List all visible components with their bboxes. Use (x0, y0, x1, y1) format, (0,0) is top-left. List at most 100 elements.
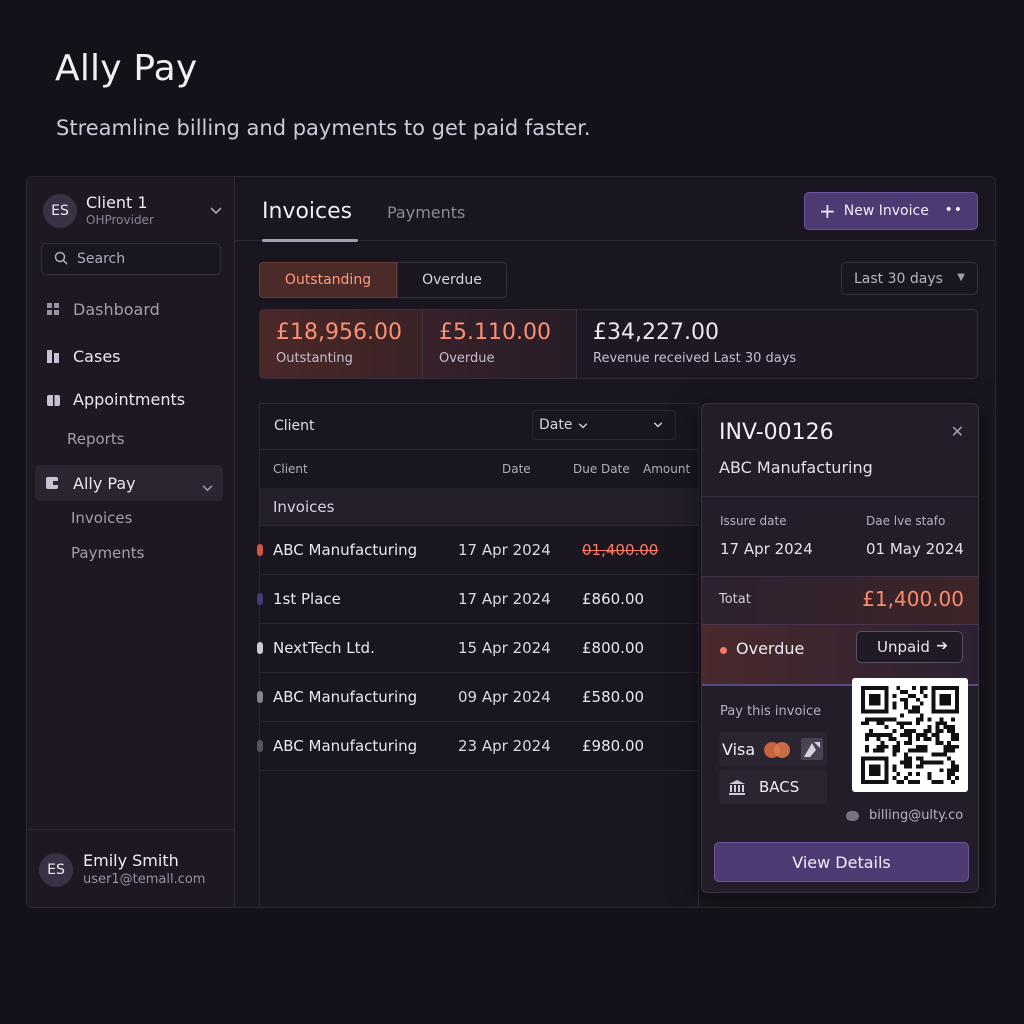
issue-date-value: 17 Apr 2024 (720, 540, 813, 558)
filter-outstanding[interactable]: Outstanding (259, 262, 397, 298)
due-date-label: Dae lve stafo (866, 514, 946, 528)
mail-icon (846, 810, 859, 821)
stat-label: Revenue received Last 30 days (593, 351, 797, 366)
row-client: 1st Place (273, 590, 341, 608)
unpaid-label: Unpaid (877, 638, 930, 656)
main-content: Invoices Payments + New Invoice •• Outst… (235, 177, 995, 907)
invoice-status: Overdue Unpaid ➔ (702, 624, 978, 686)
invoice-total: Totat £1,400.00 (702, 576, 978, 624)
sidebar-subitem-invoices[interactable]: Invoices (71, 509, 132, 527)
date-range-select[interactable]: Last 30 days ▼ (841, 262, 978, 295)
issue-date-label: Issure date (720, 514, 787, 528)
pay-invoice-label: Pay this invoice (720, 704, 822, 719)
sidebar-item-reports[interactable]: Reports (35, 421, 223, 457)
sidebar: ES Client 1 OHProvider Search Dashboard (27, 177, 235, 907)
divider (702, 496, 978, 497)
column-header-due-date[interactable]: Due Date (573, 462, 630, 476)
qr-code (852, 678, 968, 792)
table-group-header: Invoices (260, 488, 698, 526)
stat-overdue: £5.110.00 Overdue (422, 310, 576, 378)
client-filter-label: Client (274, 418, 315, 434)
sidebar-item-label: Reports (67, 430, 125, 448)
table-toolbar: Client Date (260, 404, 698, 450)
tab-invoices[interactable]: Invoices (262, 199, 352, 224)
unpaid-button[interactable]: Unpaid ➔ (856, 631, 963, 663)
search-input[interactable]: Search (41, 243, 221, 275)
row-date: 23 Apr 2024 (458, 737, 551, 755)
stat-revenue: £34,227.00 Revenue received Last 30 days (576, 310, 977, 378)
row-client: ABC Manufacturing (273, 541, 418, 559)
user-avatar: ES (39, 852, 73, 887)
table-row[interactable]: ABC Manufacturing 23 Apr 2024 £980.00 (257, 722, 698, 771)
row-date: 17 Apr 2024 (458, 541, 551, 559)
column-header-client[interactable]: Client (273, 462, 308, 476)
client-switcher[interactable]: ES Client 1 OHProvider (43, 191, 223, 231)
status-badge: Overdue (736, 639, 805, 658)
search-icon (54, 250, 68, 269)
table-row[interactable]: 1st Place 17 Apr 2024 £860.00 (257, 575, 698, 624)
sidebar-item-label: Dashboard (73, 299, 160, 319)
billing-email-text: billing@ulty.co (869, 808, 964, 823)
row-amount: £860.00 (582, 590, 645, 608)
stat-value: £18,956.00 (276, 320, 402, 345)
wallet-pay-icon (801, 738, 823, 760)
row-status-indicator (257, 593, 263, 605)
sidebar-item-label: Cases (73, 346, 121, 366)
active-tab-indicator (262, 239, 358, 242)
stat-value: £34,227.00 (593, 320, 719, 345)
pay-method-label: BACS (759, 778, 800, 796)
stat-value: £5.110.00 (439, 320, 551, 345)
view-details-button[interactable]: View Details (714, 842, 969, 882)
invoice-detail-panel: INV-00126 ✕ ABC Manufacturing Issure dat… (701, 403, 979, 893)
chevron-down-icon (578, 419, 588, 432)
table-row[interactable]: ABC Manufacturing 17 Apr 2024 01,400.00 (257, 526, 698, 575)
more-icon[interactable]: •• (944, 202, 963, 218)
sidebar-item-dashboard[interactable]: Dashboard (35, 291, 223, 327)
sidebar-item-ally-pay[interactable]: Ally Pay (35, 465, 223, 501)
table-row[interactable]: NextTech Ltd. 15 Apr 2024 £800.00 (257, 624, 698, 673)
row-client: NextTech Ltd. (273, 639, 375, 657)
tab-payments[interactable]: Payments (387, 203, 465, 222)
pay-method-label: Visa (722, 739, 756, 759)
card-brand-icon (774, 742, 790, 758)
row-date: 09 Apr 2024 (458, 688, 551, 706)
stat-label: Outstanting (276, 351, 353, 366)
row-amount: £580.00 (582, 688, 645, 706)
filter-overdue[interactable]: Overdue (397, 262, 507, 298)
chevron-down-icon (209, 204, 223, 218)
client-provider: OHProvider (86, 213, 154, 227)
search-placeholder: Search (77, 251, 126, 267)
sidebar-item-cases[interactable]: Cases (35, 338, 223, 374)
chevron-down-icon (202, 477, 213, 496)
group-label: Invoices (273, 498, 335, 516)
column-header-amount[interactable]: Amount (643, 462, 690, 476)
sidebar-subitem-payments[interactable]: Payments (71, 544, 144, 562)
folder-icon (45, 348, 61, 364)
row-status-indicator (257, 544, 263, 556)
new-invoice-button[interactable]: + New Invoice •• (804, 192, 978, 230)
table-header: Client Date Due Date Amount (260, 450, 698, 488)
client-name: Client 1 (86, 193, 148, 212)
stat-outstanding: £18,956.00 Outstanting (260, 310, 422, 378)
send-icon: ➔ (936, 638, 948, 654)
pay-bacs-button[interactable]: BACS (719, 770, 827, 804)
close-icon[interactable]: ✕ (951, 422, 964, 441)
tab-bar: Invoices Payments + New Invoice •• (235, 177, 995, 242)
billing-email[interactable]: billing@ulty.co (846, 808, 963, 823)
sidebar-item-appointments[interactable]: Appointments (35, 381, 223, 417)
date-range-label: Last 30 days (854, 270, 943, 287)
new-invoice-label: New Invoice (843, 203, 929, 219)
row-amount: £980.00 (582, 737, 645, 755)
user-profile[interactable]: ES Emily Smith user1@temall.com (27, 829, 235, 907)
column-header-date[interactable]: Date (502, 462, 531, 476)
row-client: ABC Manufacturing (273, 688, 418, 706)
row-date: 15 Apr 2024 (458, 639, 551, 657)
stat-label: Overdue (439, 351, 495, 366)
row-status-indicator (257, 740, 263, 752)
table-row[interactable]: ABC Manufacturing 09 Apr 2024 £580.00 (257, 673, 698, 722)
sidebar-item-label: Ally Pay (73, 473, 136, 493)
pay-visa-button[interactable]: Visa (719, 732, 827, 766)
caret-down-icon: ▼ (957, 272, 965, 283)
total-value: £1,400.00 (862, 587, 964, 611)
date-filter-select[interactable]: Date (532, 410, 676, 440)
